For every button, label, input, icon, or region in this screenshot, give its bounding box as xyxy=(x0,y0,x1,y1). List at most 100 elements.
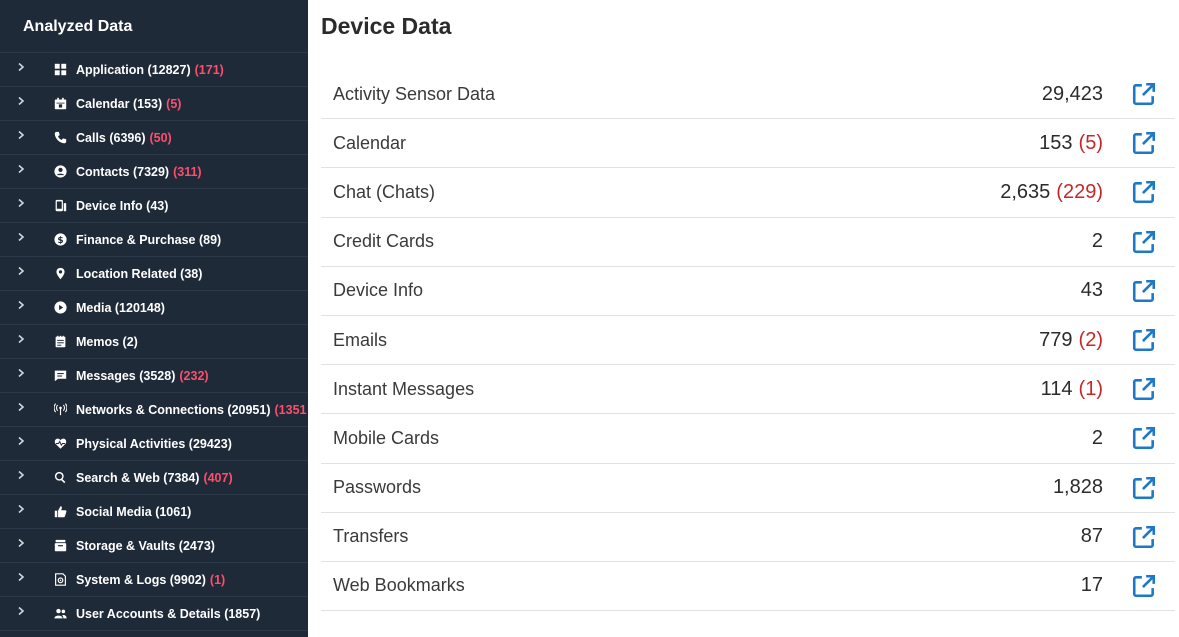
chevron-right-icon[interactable] xyxy=(0,96,45,106)
thumbs-up-icon xyxy=(45,505,75,518)
chevron-right-icon[interactable] xyxy=(0,266,45,276)
row-label: Transfers xyxy=(333,526,409,547)
sidebar-item-flag-count: (1351 xyxy=(274,402,307,417)
row-count: 114 xyxy=(1040,377,1073,400)
sidebar-item[interactable]: Social Media (1061) xyxy=(0,495,308,529)
sidebar-item-flag-count: (171) xyxy=(194,62,224,77)
table-row: Calendar 153 (5) xyxy=(321,119,1175,169)
chevron-right-icon[interactable] xyxy=(0,402,45,412)
row-count: 2 xyxy=(1091,426,1103,449)
device-info-icon xyxy=(45,199,75,212)
sidebar-item-flag-count: (311) xyxy=(173,164,202,179)
row-count: 87 xyxy=(1080,525,1103,548)
chevron-right-icon[interactable] xyxy=(0,368,45,378)
sidebar-title: Analyzed Data xyxy=(0,0,308,53)
sidebar-item-flag-count: (232) xyxy=(179,368,209,383)
chevron-right-icon[interactable] xyxy=(0,606,45,616)
sidebar: Analyzed Data Application (12827) (171) Ca… xyxy=(0,0,308,637)
sidebar-item[interactable]: Calendar (153) (5) xyxy=(0,87,308,121)
table-row: Credit Cards 2 xyxy=(321,218,1175,267)
chevron-right-icon[interactable] xyxy=(0,232,45,242)
sidebar-item[interactable]: Contacts (7329) (311) xyxy=(0,155,308,189)
row-count: 29,423 xyxy=(1041,82,1103,105)
sidebar-item-label: Networks & Connections (20951) xyxy=(76,402,271,417)
sidebar-item[interactable]: Application (12827) (171) xyxy=(0,53,308,87)
sidebar-list: Application (12827) (171) Calendar (153) (5… xyxy=(0,53,308,631)
row-flag-count: (5) xyxy=(1078,131,1103,154)
sidebar-item[interactable]: System & Logs (9902) (1) xyxy=(0,563,308,597)
chevron-right-icon[interactable] xyxy=(0,504,45,514)
open-external-icon[interactable] xyxy=(1103,327,1175,353)
sidebar-item[interactable]: Memos (2) xyxy=(0,325,308,359)
sidebar-item-label: Memos (2) xyxy=(76,334,138,349)
sidebar-item[interactable]: Messages (3528) (232) xyxy=(0,359,308,393)
table-row: Instant Messages 114 (1) xyxy=(321,365,1175,415)
open-external-icon[interactable] xyxy=(1103,179,1175,205)
open-external-icon[interactable] xyxy=(1103,573,1175,599)
chevron-right-icon[interactable] xyxy=(0,164,45,174)
dollar-icon: $ xyxy=(45,233,75,246)
chevron-right-icon[interactable] xyxy=(0,300,45,310)
sidebar-item[interactable]: Device Info (43) xyxy=(0,189,308,223)
chevron-right-icon[interactable] xyxy=(0,436,45,446)
sidebar-item[interactable]: User Accounts & Details (1857) xyxy=(0,597,308,631)
chevron-right-icon xyxy=(18,538,25,547)
svg-text:$: $ xyxy=(57,236,63,246)
row-label: Activity Sensor Data xyxy=(333,83,496,104)
sidebar-item[interactable]: Calls (6396) (50) xyxy=(0,121,308,155)
table-row: Device Info 43 xyxy=(321,267,1175,316)
open-external-icon[interactable] xyxy=(1103,524,1175,550)
sidebar-item-label: System & Logs (9902) xyxy=(76,572,206,587)
page-title: Device Data xyxy=(321,13,452,39)
sidebar-item-label: Device Info (43) xyxy=(76,198,169,213)
sidebar-item[interactable]: Search & Web (7384) (407) xyxy=(0,461,308,495)
heart-pulse-icon xyxy=(45,437,75,450)
table-row: Web Bookmarks 17 xyxy=(321,562,1175,612)
open-external-icon[interactable] xyxy=(1103,229,1175,255)
chevron-right-icon xyxy=(18,164,25,173)
row-count: 17 xyxy=(1080,574,1103,597)
sidebar-item-label: Calendar (153) xyxy=(76,96,163,111)
chevron-right-icon[interactable] xyxy=(0,538,45,548)
row-count: 2 xyxy=(1091,230,1103,253)
chevron-right-icon[interactable] xyxy=(0,334,45,344)
system-logs-icon xyxy=(45,573,75,586)
open-external-icon[interactable] xyxy=(1103,475,1175,501)
row-label: Emails xyxy=(333,329,388,350)
sidebar-item-flag-count: (1) xyxy=(209,572,226,587)
open-external-icon[interactable] xyxy=(1103,130,1175,156)
sidebar-item[interactable]: Physical Activities (29423) xyxy=(0,427,308,461)
sidebar-item-label: Social Media (1061) xyxy=(76,504,192,519)
calendar-icon xyxy=(45,97,75,110)
chevron-right-icon xyxy=(18,96,25,105)
sidebar-item[interactable]: Location Related (38) xyxy=(0,257,308,291)
sidebar-item-label: Calls (6396) xyxy=(76,130,146,145)
sidebar-item-label: Application (12827) xyxy=(76,62,191,77)
chevron-right-icon[interactable] xyxy=(0,130,45,140)
table-row: Transfers 87 xyxy=(321,513,1175,562)
chevron-right-icon[interactable] xyxy=(0,470,45,480)
sidebar-item[interactable]: Storage & Vaults (2473) xyxy=(0,529,308,563)
sidebar-item-label: Messages (3528) xyxy=(76,368,176,383)
open-external-icon[interactable] xyxy=(1103,376,1175,402)
play-circle-icon xyxy=(45,301,75,314)
users-icon xyxy=(45,607,75,620)
sidebar-item[interactable]: $ Finance & Purchase (89) xyxy=(0,223,308,257)
row-label: Instant Messages xyxy=(333,378,475,399)
open-external-icon[interactable] xyxy=(1103,81,1175,107)
chevron-right-icon[interactable] xyxy=(0,572,45,582)
row-label: Chat (Chats) xyxy=(333,181,436,202)
sidebar-item[interactable]: Media (120148) xyxy=(0,291,308,325)
sidebar-item[interactable]: Networks & Connections (20951) (1351 xyxy=(0,393,308,427)
sidebar-item-label: Finance & Purchase (89) xyxy=(76,232,222,247)
row-label: Device Info xyxy=(333,280,424,301)
open-external-icon[interactable] xyxy=(1103,278,1175,304)
location-pin-icon xyxy=(45,267,75,280)
chevron-right-icon[interactable] xyxy=(0,62,45,72)
chevron-right-icon[interactable] xyxy=(0,198,45,208)
sidebar-item-label: Location Related (38) xyxy=(76,266,203,281)
open-external-icon[interactable] xyxy=(1103,425,1175,451)
chevron-right-icon xyxy=(18,300,25,309)
chevron-right-icon xyxy=(18,368,25,377)
row-label: Credit Cards xyxy=(333,231,435,252)
